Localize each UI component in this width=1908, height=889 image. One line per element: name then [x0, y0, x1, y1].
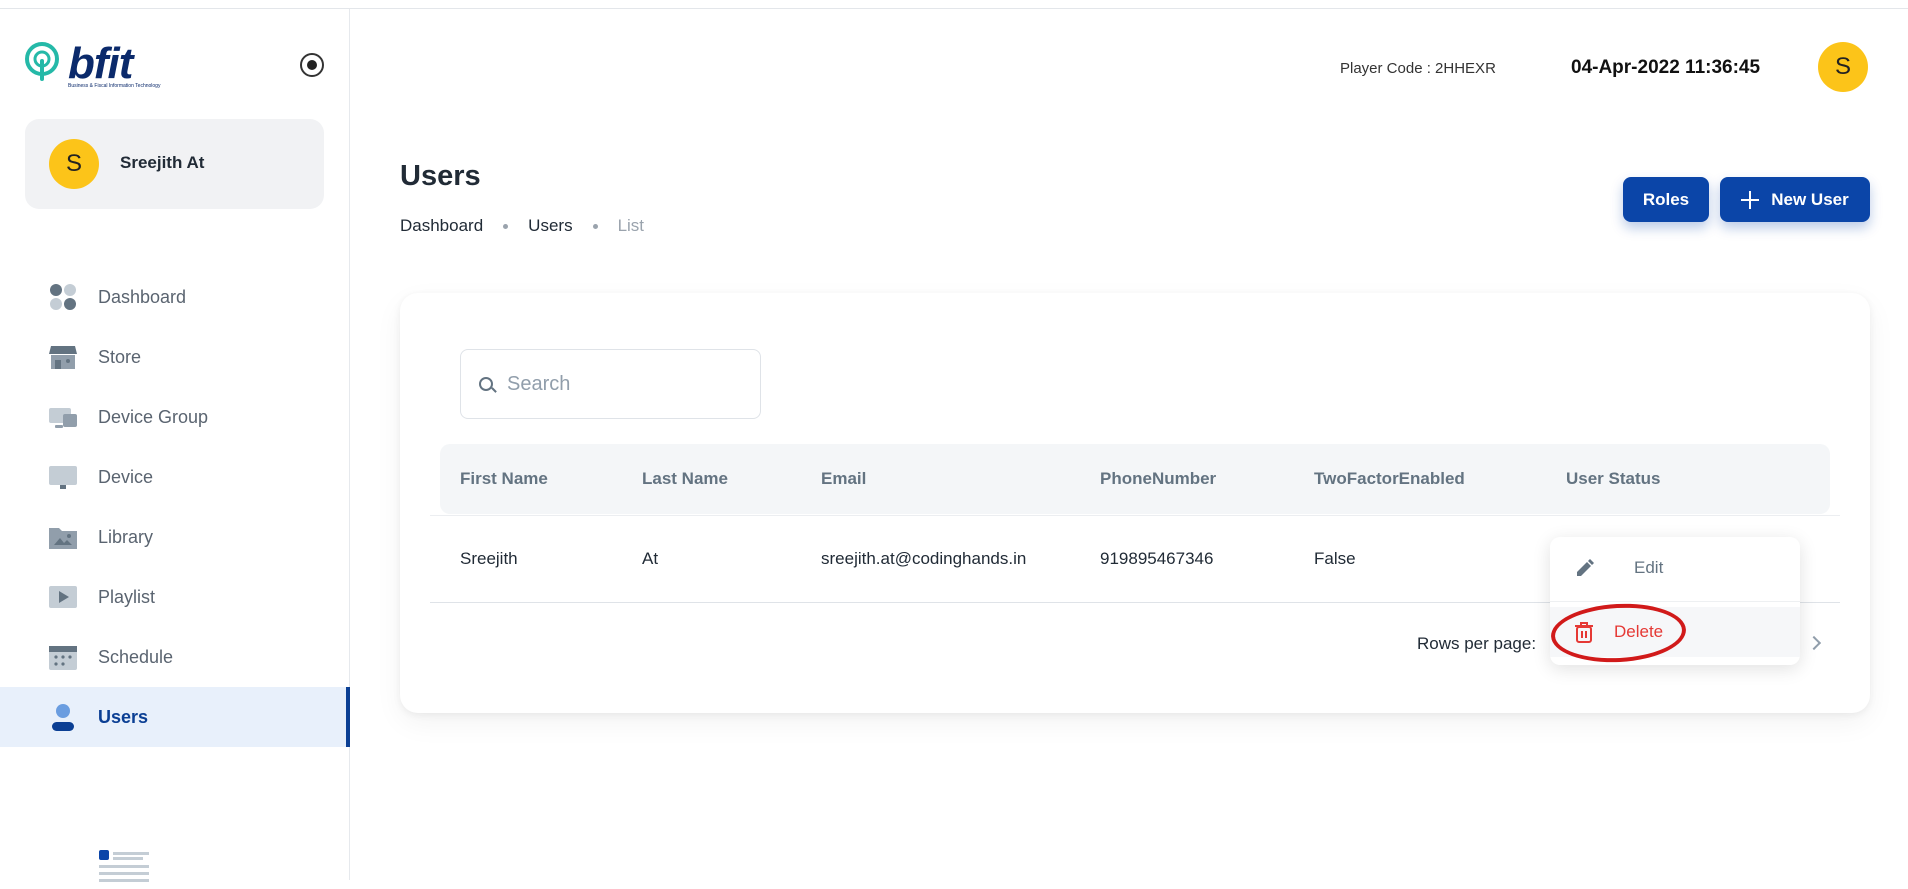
edit-menu-item[interactable]: Edit [1550, 543, 1800, 593]
column-header-last-name[interactable]: Last Name [642, 469, 728, 489]
sidebar-item-device-group[interactable]: Device Group [0, 387, 350, 447]
rows-per-page-label: Rows per page: [1417, 634, 1537, 653]
logo[interactable]: bfit Business & Fiscal Information Techn… [24, 39, 160, 89]
sidebar-item-label: Store [98, 346, 142, 367]
search-box [460, 349, 761, 419]
sidebar-item-users[interactable]: Users [0, 687, 350, 747]
datetime: 04-Apr-2022 11:36:45 [1571, 57, 1761, 78]
roles-button[interactable]: Roles [1623, 177, 1709, 222]
store-icon [49, 346, 77, 369]
sidebar-item-playlist[interactable]: Playlist [0, 567, 350, 627]
playlist-icon [49, 586, 77, 608]
sidebar-item-label: Dashboard [98, 286, 187, 307]
sidebar-item-dashboard[interactable]: Dashboard [0, 267, 350, 327]
sidebar-item-label: Playlist [98, 586, 156, 607]
sidebar-item-schedule[interactable]: Schedule [0, 627, 350, 687]
column-header-two-factor[interactable]: TwoFactorEnabled [1314, 469, 1465, 489]
player-code: Player Code : 2HHEXR [1340, 60, 1496, 77]
user-icon [52, 704, 74, 731]
schedule-icon [49, 646, 77, 670]
sidebar-item-label: Device Group [98, 406, 209, 427]
new-user-button-label: New User [1771, 189, 1849, 209]
sidebar-nav: Dashboard Store Device Group Device Libr… [0, 267, 350, 747]
cell-two-factor: False [1314, 549, 1356, 568]
user-name: Sreejith At [120, 153, 205, 172]
sidebar: bfit Business & Fiscal Information Techn… [0, 9, 350, 882]
page-title: Users [400, 160, 481, 192]
device-icon [49, 466, 77, 489]
sidebar-toggle-icon[interactable] [300, 53, 324, 77]
breadcrumb-list: List [617, 216, 645, 235]
breadcrumb-users[interactable]: Users [528, 216, 572, 236]
edit-label: Edit [1634, 558, 1664, 577]
cell-last-name: At [642, 549, 659, 568]
sidebar-item-device[interactable]: Device [0, 447, 350, 507]
pencil-icon [1577, 559, 1594, 576]
column-header-first-name[interactable]: First Name [460, 469, 548, 489]
sidebar-item-label: Users [98, 706, 149, 727]
sidebar-item-label: Library [98, 526, 154, 547]
table-header: First Name Last Name Email PhoneNumber T… [440, 444, 1830, 514]
breadcrumb: Dashboard Users List [400, 216, 644, 236]
cell-phone: 919895467346 [1100, 549, 1214, 568]
search-icon [479, 377, 493, 391]
device-group-icon [49, 408, 77, 428]
logo-text: bfit [68, 39, 133, 88]
account-avatar[interactable]: S [1818, 42, 1868, 92]
logo-mark-icon [25, 42, 59, 81]
roles-button-label: Roles [1642, 189, 1690, 209]
dashboard-icon [50, 284, 76, 310]
breadcrumb-separator [592, 223, 598, 229]
column-header-user-status[interactable]: User Status [1566, 469, 1660, 489]
sidebar-item-label: Device [98, 466, 154, 487]
search-input[interactable] [507, 372, 737, 396]
sidebar-item-label: Schedule [98, 646, 174, 667]
window-top-border [0, 0, 1908, 9]
sidebar-item-library[interactable]: Library [0, 507, 350, 567]
document-illustration-icon [99, 850, 149, 882]
plus-icon [1741, 190, 1760, 209]
user-card: S Sreejith At [25, 119, 324, 209]
library-icon [49, 528, 77, 549]
sidebar-item-store[interactable]: Store [0, 327, 350, 387]
logo-tagline: Business & Fiscal Information Technology [68, 83, 161, 89]
column-header-email[interactable]: Email [821, 469, 866, 489]
next-page-chevron-icon[interactable] [1806, 635, 1822, 651]
new-user-button[interactable]: New User [1720, 177, 1870, 222]
cell-first-name: Sreejith [460, 549, 518, 568]
avatar[interactable]: S [49, 139, 99, 189]
divider [1550, 601, 1800, 602]
column-header-phone[interactable]: PhoneNumber [1100, 469, 1216, 489]
breadcrumb-separator [503, 223, 509, 229]
breadcrumb-dashboard[interactable]: Dashboard [400, 216, 483, 236]
cell-email: sreejith.at@codinghands.in [821, 549, 1027, 568]
